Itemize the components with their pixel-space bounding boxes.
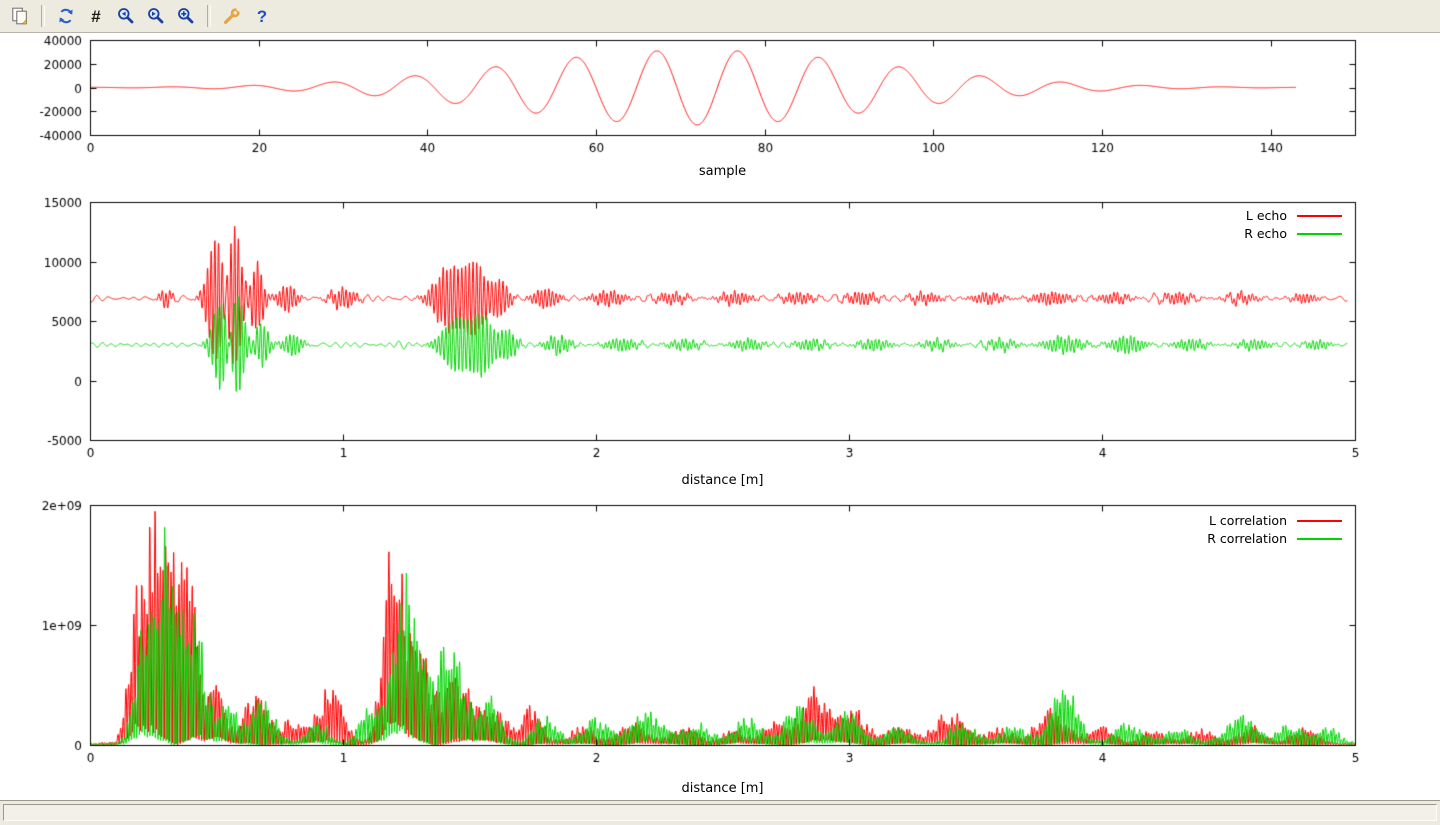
toolbar-separator xyxy=(207,5,211,27)
plot-area: sample L echo R echo distance [m] L corr xyxy=(0,33,1440,800)
zoom-previous-icon xyxy=(116,6,136,26)
wrench-icon xyxy=(222,6,242,26)
grid-icon: # xyxy=(91,8,100,25)
correlation-legend: L correlation R correlation xyxy=(1207,513,1342,546)
legend-row: L echo xyxy=(1244,208,1342,223)
gnuplot-window: # xyxy=(0,0,1440,825)
legend-line-sample xyxy=(1297,520,1342,522)
config-button[interactable] xyxy=(218,3,246,29)
zoom-reset-button[interactable] xyxy=(172,3,200,29)
zoom-next-button[interactable] xyxy=(142,3,170,29)
zoom-previous-button[interactable] xyxy=(112,3,140,29)
help-icon: ? xyxy=(257,8,267,25)
echo-legend: L echo R echo xyxy=(1244,208,1342,241)
legend-row: R correlation xyxy=(1207,531,1342,546)
legend-label: R echo xyxy=(1244,226,1287,241)
grid-toggle-button[interactable]: # xyxy=(82,3,110,29)
echo-plot: L echo R echo distance [m] xyxy=(0,185,1440,493)
legend-label: L correlation xyxy=(1209,513,1287,528)
zoom-next-icon xyxy=(146,6,166,26)
pulse-xlabel: sample xyxy=(90,164,1355,179)
toolbar-separator xyxy=(41,5,45,27)
pulse-plot: sample xyxy=(0,33,1440,185)
correlation-xlabel: distance [m] xyxy=(90,781,1355,796)
status-text xyxy=(3,804,1437,821)
copy-icon xyxy=(10,6,30,26)
legend-row: R echo xyxy=(1244,226,1342,241)
legend-line-sample xyxy=(1297,215,1342,217)
pulse-plot-canvas[interactable] xyxy=(0,33,1440,185)
echo-xlabel: distance [m] xyxy=(90,473,1355,488)
legend-label: L echo xyxy=(1246,208,1287,223)
zoom-reset-icon xyxy=(176,6,196,26)
replot-icon xyxy=(56,6,76,26)
legend-label: R correlation xyxy=(1207,531,1287,546)
copy-button[interactable] xyxy=(6,3,34,29)
status-bar xyxy=(0,800,1440,825)
echo-plot-canvas[interactable] xyxy=(0,185,1440,493)
help-button[interactable]: ? xyxy=(248,3,276,29)
legend-line-sample xyxy=(1297,538,1342,540)
correlation-plot: L correlation R correlation distance [m] xyxy=(0,493,1440,800)
toolbar: # xyxy=(0,0,1440,33)
replot-button[interactable] xyxy=(52,3,80,29)
legend-line-sample xyxy=(1297,233,1342,235)
legend-row: L correlation xyxy=(1207,513,1342,528)
